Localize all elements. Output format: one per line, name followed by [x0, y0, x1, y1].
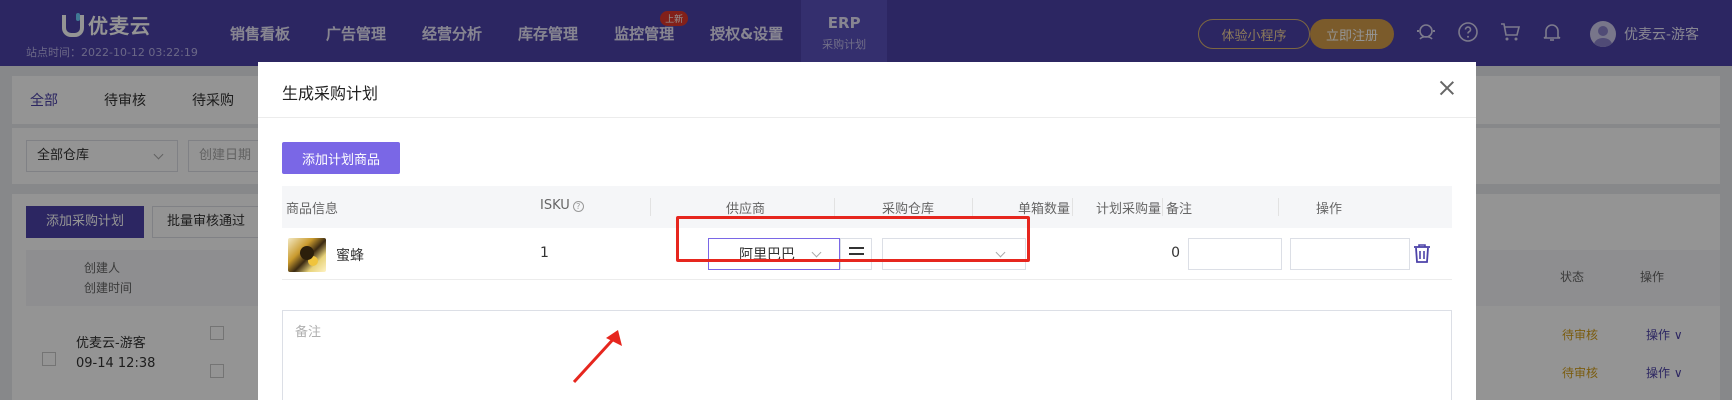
col-box-qty: 单箱数量 [1018, 202, 1071, 217]
annotation-highlight-box [676, 216, 1030, 262]
col-warehouse: 采购仓库 [882, 202, 935, 217]
dialog-header: 生成采购计划 [258, 62, 1476, 118]
create-purchase-plan-dialog: 生成采购计划 添加计划商品 商品信息 ISKU? 供应商 采购仓库 单箱数量 计… [258, 62, 1476, 400]
column-divider [834, 198, 835, 216]
trash-icon[interactable] [1412, 242, 1432, 264]
column-divider [1278, 198, 1279, 216]
col-isku-label: ISKU [540, 198, 570, 213]
col-plan-qty: 计划采购量 [1096, 202, 1162, 217]
add-plan-goods-button[interactable]: 添加计划商品 [282, 142, 400, 174]
column-divider [1072, 198, 1073, 216]
col-remark: 备注 [1166, 202, 1193, 217]
column-divider [650, 198, 651, 216]
remark-input[interactable] [1290, 238, 1410, 270]
col-action: 操作 [1316, 202, 1343, 217]
column-divider [1162, 198, 1163, 216]
close-icon[interactable] [1436, 78, 1458, 100]
info-icon[interactable]: ? [572, 201, 584, 212]
annotation-arrow-icon [572, 330, 622, 384]
plan-quantity-input[interactable] [1188, 238, 1282, 270]
isku-value: 1 [540, 245, 549, 261]
column-divider [972, 198, 973, 216]
dialog-title: 生成采购计划 [282, 84, 379, 103]
note-textarea[interactable]: 备注 [282, 310, 1452, 400]
col-product-info: 商品信息 [286, 202, 339, 217]
box-quantity: 0 [1171, 245, 1180, 261]
product-thumbnail [288, 238, 326, 272]
col-supplier: 供应商 [726, 202, 766, 217]
product-name: 蜜蜂 [336, 248, 364, 264]
col-isku: ISKU? [540, 198, 584, 213]
